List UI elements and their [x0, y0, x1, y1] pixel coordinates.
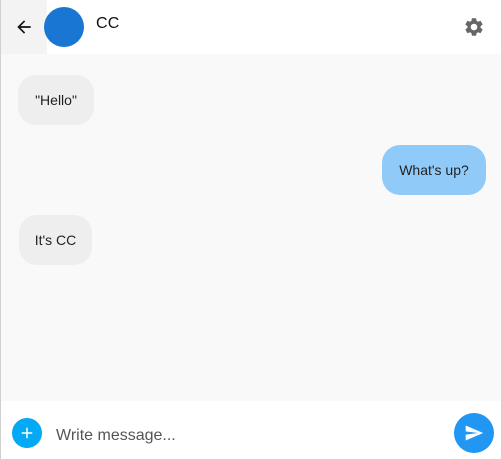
send-icon [465, 425, 484, 441]
plus-icon [21, 427, 33, 439]
message-bubble-incoming: "Hello" [18, 75, 94, 125]
contact-name: CC [96, 15, 120, 32]
message-bubble-outgoing: What's up? [382, 145, 486, 195]
message-input[interactable] [51, 421, 441, 451]
message-list: "Hello" What's up? It's CC [1, 54, 501, 401]
message-composer [1, 401, 501, 459]
gear-icon [465, 18, 483, 36]
back-button[interactable] [1, 0, 47, 54]
chat-window: CC "Hello" What's up? It's CC [0, 0, 501, 459]
avatar[interactable] [44, 7, 84, 47]
send-button[interactable] [454, 413, 494, 453]
chat-header: CC [1, 0, 501, 54]
settings-button[interactable] [462, 15, 486, 39]
message-bubble-incoming: It's CC [19, 215, 92, 265]
add-attachment-button[interactable] [12, 418, 42, 448]
arrow-back-icon [17, 20, 31, 34]
